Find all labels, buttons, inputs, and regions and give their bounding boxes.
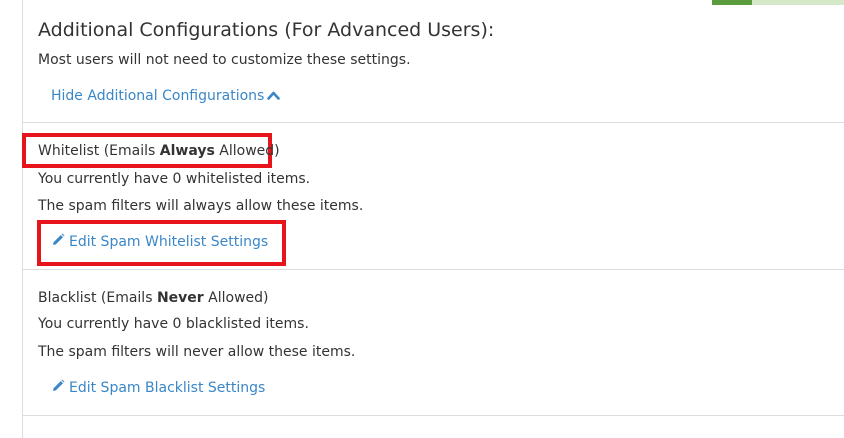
hide-additional-config-link[interactable]: Hide Additional Configurations <box>51 87 281 105</box>
blacklist-heading-emphasis: Never <box>156 290 204 306</box>
whitelist-heading-emphasis: Always <box>159 143 215 159</box>
hide-additional-config-label: Hide Additional Configurations <box>51 88 265 104</box>
whitelist-heading: Whitelist (Emails Always Allowed) <box>38 142 280 160</box>
whitelist-heading-prefix: Whitelist (Emails <box>38 143 160 159</box>
whitelist-count-text: You currently have 0 whitelisted items. <box>38 171 311 187</box>
blacklist-description: The spam filters will never allow these … <box>38 344 356 360</box>
section-divider <box>23 269 844 270</box>
blacklist-heading-prefix: Blacklist (Emails <box>38 290 157 306</box>
edit-blacklist-label: Edit Spam Blacklist Settings <box>69 380 266 396</box>
edit-blacklist-link[interactable]: Edit Spam Blacklist Settings <box>51 379 265 397</box>
advanced-config-subtitle: Most users will not need to customize th… <box>38 52 411 68</box>
whitelist-heading-suffix: Allowed) <box>214 143 280 159</box>
edit-whitelist-link[interactable]: Edit Spam Whitelist Settings <box>51 233 268 251</box>
advanced-config-title: Additional Configurations (For Advanced … <box>38 19 495 41</box>
edit-whitelist-label: Edit Spam Whitelist Settings <box>69 234 269 250</box>
pencil-icon <box>53 379 65 391</box>
blacklist-count-text: You currently have 0 blacklisted items. <box>38 316 309 332</box>
blacklist-heading: Blacklist (Emails Never Allowed) <box>38 289 269 307</box>
pencil-icon <box>53 233 65 245</box>
section-divider <box>23 415 844 416</box>
top-tab-indicator[interactable] <box>712 0 844 5</box>
section-divider <box>23 122 844 123</box>
left-border <box>22 0 23 438</box>
blacklist-heading-suffix: Allowed) <box>203 290 269 306</box>
chevron-up-icon <box>267 91 281 100</box>
spam-filters-page: Additional Configurations (For Advanced … <box>0 0 844 438</box>
whitelist-description: The spam filters will always allow these… <box>38 198 364 214</box>
